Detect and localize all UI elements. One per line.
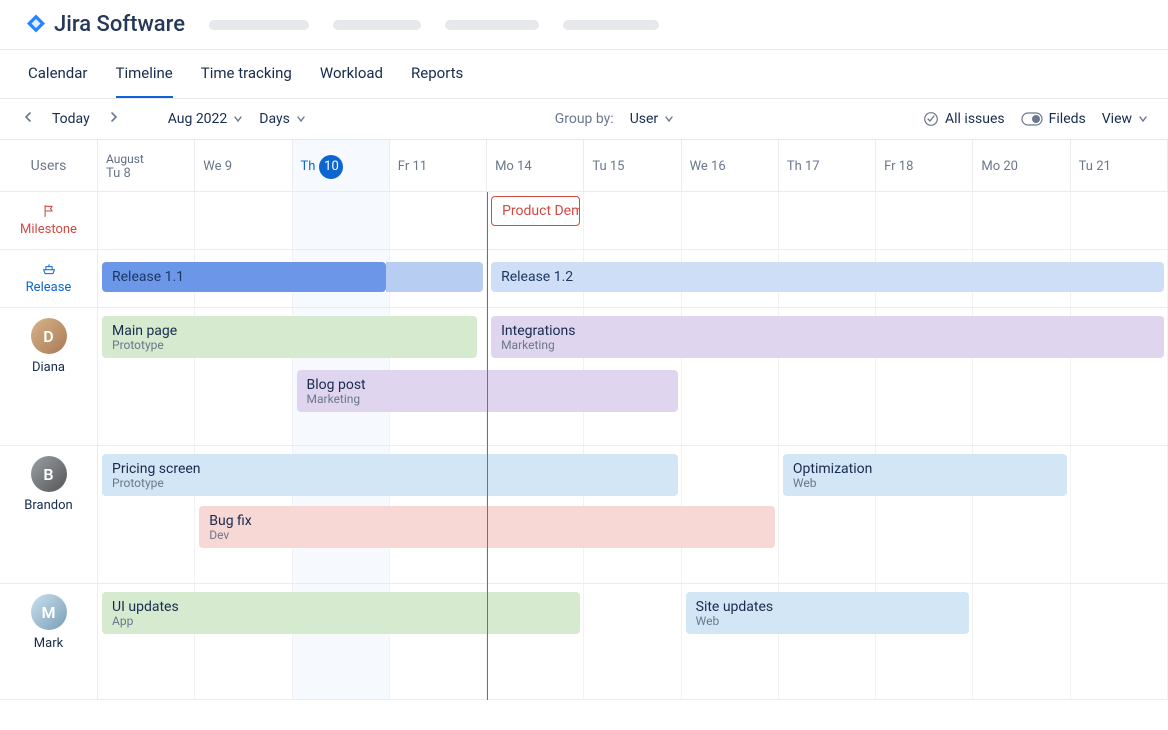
- user-name: Diana: [32, 360, 65, 375]
- tab-timeline[interactable]: Timeline: [116, 50, 173, 98]
- row-brandon: Pricing screen Prototype Optimization We…: [98, 446, 1168, 584]
- day-col: Fr 18: [876, 140, 973, 191]
- user-name: Mark: [34, 636, 63, 651]
- chevron-right-icon: [108, 111, 120, 123]
- bar-pricing[interactable]: Pricing screen Prototype: [102, 454, 678, 496]
- view-selector[interactable]: View: [1102, 111, 1148, 127]
- app-header: Jira Software: [0, 0, 1168, 50]
- row-release: Release 1.1 Release 1.2: [98, 250, 1168, 308]
- fields-toggle[interactable]: Fileds: [1021, 111, 1086, 127]
- row-mark: UI updates App Site updates Web: [98, 584, 1168, 700]
- group-by-value: User: [630, 111, 658, 127]
- nav-skeleton: [209, 20, 309, 30]
- users-header: Users: [0, 140, 98, 192]
- nav-skeleton: [563, 20, 659, 30]
- day-col: Tu 21: [1071, 140, 1168, 191]
- ship-icon: [40, 262, 58, 276]
- bar-optimization[interactable]: Optimization Web: [783, 454, 1067, 496]
- avatar: M: [31, 594, 67, 630]
- day-col: Fr 11: [390, 140, 487, 191]
- month-selector[interactable]: Aug 2022: [168, 111, 244, 127]
- lane-release: Release: [0, 250, 98, 308]
- bar-release-12[interactable]: Release 1.2: [491, 262, 1164, 292]
- release-label: Release: [26, 280, 72, 295]
- toggle-icon: [1021, 112, 1043, 126]
- all-issues-filter[interactable]: All issues: [923, 111, 1005, 127]
- day-col: Th 17: [779, 140, 876, 191]
- row-milestone: Product Demo: [98, 192, 1168, 250]
- tab-reports[interactable]: Reports: [411, 50, 463, 98]
- lane-user-brandon: B Brandon: [0, 446, 98, 584]
- main-tabs: Calendar Timeline Time tracking Workload…: [0, 50, 1168, 99]
- day-col: Mo 20: [973, 140, 1070, 191]
- bar-site-updates[interactable]: Site updates Web: [686, 592, 970, 634]
- bar-ui-updates[interactable]: UI updates App: [102, 592, 580, 634]
- timeline-sidebar: Users Milestone Release D Diana B Brando…: [0, 140, 98, 700]
- lane-user-diana: D Diana: [0, 308, 98, 446]
- lane-milestone: Milestone: [0, 192, 98, 250]
- chevron-down-icon: [1138, 114, 1148, 124]
- nav-skeleton: [333, 20, 421, 30]
- scale-selector[interactable]: Days: [259, 111, 306, 127]
- days-header: August Tu 8 We 9 Th10 Fr 11 Mo 14 Tu 15 …: [98, 140, 1168, 192]
- tab-time-tracking[interactable]: Time tracking: [201, 50, 292, 98]
- group-by-label: Group by:: [555, 111, 614, 127]
- view-label: View: [1102, 111, 1132, 127]
- bar-integrations[interactable]: Integrations Marketing: [491, 316, 1164, 358]
- flag-icon: [40, 204, 58, 218]
- day-col: Mo 14: [487, 140, 584, 191]
- day-col: Tu 15: [584, 140, 681, 191]
- day-col: We 9: [195, 140, 292, 191]
- day-col-today: Th10: [293, 140, 390, 191]
- rows-container: Product Demo Release 1.1 Release 1.2 Mai…: [98, 192, 1168, 700]
- chevron-down-icon: [233, 114, 243, 124]
- chevron-down-icon: [296, 114, 306, 124]
- avatar: B: [31, 456, 67, 492]
- row-diana: Main page Prototype Integrations Marketi…: [98, 308, 1168, 446]
- timeline-grid: Users Milestone Release D Diana B Brando…: [0, 140, 1168, 700]
- prev-button[interactable]: [20, 109, 36, 129]
- brand-name: Jira Software: [54, 12, 185, 37]
- tab-calendar[interactable]: Calendar: [28, 50, 88, 98]
- user-name: Brandon: [24, 498, 72, 513]
- month-label: Aug 2022: [168, 111, 228, 127]
- day-col: August Tu 8: [98, 140, 195, 191]
- lane-user-mark: M Mark: [0, 584, 98, 700]
- bar-product-demo[interactable]: Product Demo: [491, 196, 580, 226]
- today-button[interactable]: Today: [52, 111, 90, 127]
- day-label: Tu 8: [106, 166, 186, 181]
- brand-logo: Jira Software: [24, 12, 185, 37]
- fields-label: Fileds: [1049, 111, 1086, 127]
- chevron-down-icon: [664, 114, 674, 124]
- group-by-selector[interactable]: User: [630, 111, 674, 127]
- scale-label: Days: [259, 111, 290, 127]
- tab-workload[interactable]: Workload: [320, 50, 383, 98]
- month-label: August: [106, 152, 186, 166]
- check-circle-icon: [923, 111, 939, 127]
- jira-icon: [24, 13, 48, 37]
- next-button[interactable]: [106, 109, 122, 129]
- bar-release-11[interactable]: Release 1.1: [102, 262, 386, 292]
- all-issues-label: All issues: [945, 111, 1005, 127]
- milestone-label: Milestone: [20, 222, 77, 237]
- bar-main-page[interactable]: Main page Prototype: [102, 316, 477, 358]
- timeline-toolbar: Today Aug 2022 Days Group by: User All i…: [0, 99, 1168, 140]
- nav-skeleton: [445, 20, 539, 30]
- timeline-area: August Tu 8 We 9 Th10 Fr 11 Mo 14 Tu 15 …: [98, 140, 1168, 700]
- chevron-left-icon: [22, 111, 34, 123]
- day-col: We 16: [682, 140, 779, 191]
- avatar: D: [31, 318, 67, 354]
